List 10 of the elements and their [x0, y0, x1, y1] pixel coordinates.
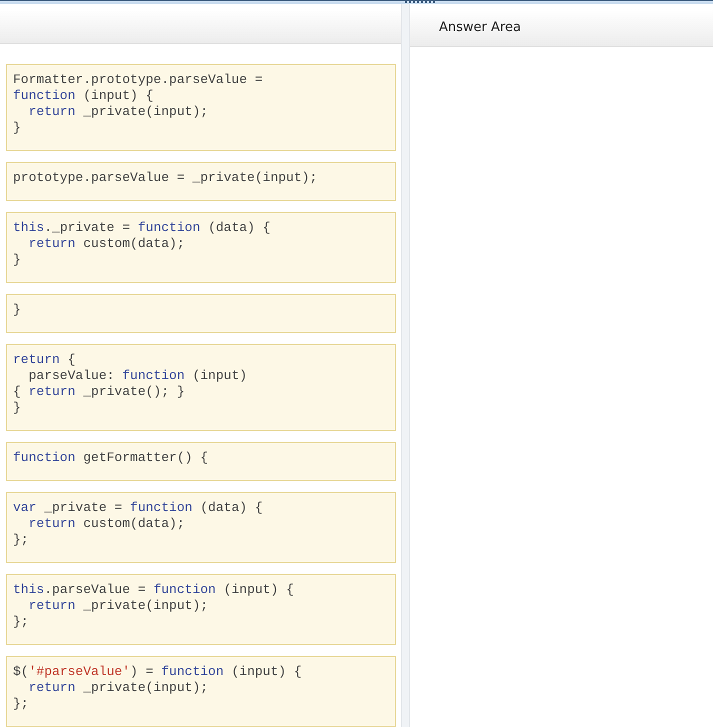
code-tile[interactable]: $('#parseValue') = function (input) { return _private(input); };: [6, 656, 396, 727]
code-tile[interactable]: prototype.parseValue = _private(input);: [6, 162, 396, 201]
code-tile[interactable]: this.parseValue = function (input) { return _private(input); };: [6, 574, 396, 645]
code-tile[interactable]: this._private = function (data) { return custom(data); }: [6, 212, 396, 283]
answer-area-title: Answer Area: [439, 18, 521, 37]
code-tile[interactable]: Formatter.prototype.parseValue = function (input) { return _private(input); }: [6, 64, 396, 151]
code-tile[interactable]: return { parseValue: function (input) { return _private(); } }: [6, 344, 396, 431]
code-tile[interactable]: }: [6, 294, 396, 333]
code-tile[interactable]: function getFormatter() {: [6, 442, 396, 481]
code-tile[interactable]: var _private = function (data) { return custom(data); };: [6, 492, 396, 563]
